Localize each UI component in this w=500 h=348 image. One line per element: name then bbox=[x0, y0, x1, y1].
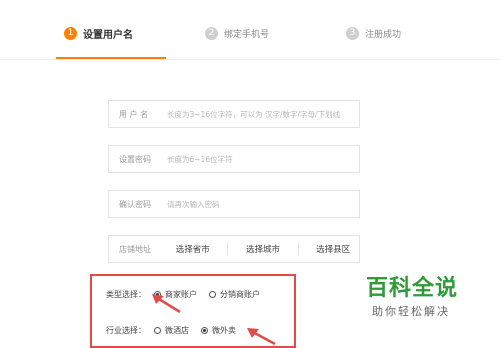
watermark-title: 百科全说 bbox=[366, 276, 459, 301]
registration-steps: 1 设置用户名 2 绑定手机号 3 注册成功 bbox=[0, 0, 500, 60]
password-label: 设置密码 bbox=[119, 154, 151, 164]
step-label: 注册成功 bbox=[365, 29, 402, 40]
industry-select-row: 行业选择： 微酒店 微外卖 bbox=[106, 325, 248, 336]
header-divider bbox=[0, 59, 500, 60]
step-3: 3 注册成功 bbox=[346, 25, 401, 41]
store-address-field: 店铺地址 选择省市 选择城市 选择县区 bbox=[108, 235, 360, 263]
step-label: 绑定手机号 bbox=[224, 29, 270, 40]
divider bbox=[227, 242, 229, 256]
password-field[interactable]: 设置密码 长度为6~16位字符 bbox=[108, 145, 360, 173]
option-takeaway[interactable]: 微外卖 bbox=[201, 325, 236, 336]
password-placeholder: 长度为6~16位字符 bbox=[167, 154, 233, 164]
option-hotel[interactable]: 微酒店 bbox=[154, 325, 189, 336]
username-field[interactable]: 用 户 名 长度为3~16位字符，可以为 汉字/数字/字母/下划线 bbox=[108, 100, 360, 128]
confirm-password-field[interactable]: 确认密码 请再次输入密码 bbox=[108, 190, 360, 218]
step-label: 设置用户名 bbox=[83, 29, 133, 41]
option-label: 微外卖 bbox=[212, 326, 236, 335]
username-placeholder: 长度为3~16位字符，可以为 汉字/数字/字母/下划线 bbox=[167, 109, 341, 119]
step-2: 2 绑定手机号 bbox=[205, 25, 269, 41]
province-select[interactable]: 选择省市 bbox=[176, 243, 210, 255]
watermark-subtitle: 助你轻松解决 bbox=[372, 305, 450, 318]
step-number-icon: 2 bbox=[205, 26, 218, 40]
radio-icon[interactable] bbox=[209, 291, 216, 298]
radio-checked-icon[interactable] bbox=[201, 327, 208, 334]
annotation-arrow-icon bbox=[247, 328, 276, 346]
step-1: 1 设置用户名 bbox=[64, 25, 133, 41]
city-select[interactable]: 选择城市 bbox=[246, 243, 280, 255]
county-select[interactable]: 选择县区 bbox=[316, 243, 350, 255]
type-select-label: 类型选择： bbox=[106, 290, 146, 299]
confirm-password-label: 确认密码 bbox=[119, 199, 151, 209]
divider bbox=[297, 242, 299, 256]
radio-icon[interactable] bbox=[154, 327, 161, 334]
username-label: 用 户 名 bbox=[119, 109, 149, 119]
step-number-icon: 3 bbox=[346, 26, 359, 40]
confirm-password-placeholder: 请再次输入密码 bbox=[167, 199, 220, 209]
annotation-arrow-icon bbox=[152, 294, 181, 314]
store-address-label: 店铺地址 bbox=[119, 244, 151, 254]
industry-select-label: 行业选择： bbox=[106, 326, 146, 335]
step-number-icon: 1 bbox=[64, 26, 77, 40]
option-label: 分销商账户 bbox=[220, 290, 260, 299]
option-label: 微酒店 bbox=[165, 326, 189, 335]
option-distributor-account[interactable]: 分销商账户 bbox=[209, 289, 260, 300]
